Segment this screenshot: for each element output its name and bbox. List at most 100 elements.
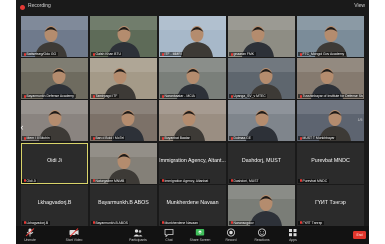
participant-tile[interactable]: Buyanbat Baatar xyxy=(159,100,226,142)
participant-tile[interactable]: ITF - MMRI xyxy=(159,16,226,57)
participant-name-label: Ban d Bold / MoTel xyxy=(91,136,126,141)
recording-indicator-icon xyxy=(20,5,25,10)
participants-icon xyxy=(133,229,143,237)
muted-microphone-icon xyxy=(23,179,26,183)
muted-microphone-icon xyxy=(161,136,164,140)
muted-microphone-icon xyxy=(23,136,26,140)
participant-video-feed xyxy=(21,16,88,57)
start-video-button[interactable]: Start Video xyxy=(59,228,89,242)
muted-microphone-icon xyxy=(299,52,302,56)
unmute-label: Unmute xyxy=(24,238,36,242)
participant-display-name: Dashdorj, MUST xyxy=(241,157,282,164)
participant-name-label: Battsetseg/Gdu GG xyxy=(22,52,58,56)
participant-name-label: gnaaran FMK xyxy=(229,52,256,56)
reactions-button[interactable]: Reactions xyxy=(247,228,277,242)
participant-name-label: Naturgalimr MNMB xyxy=(91,178,126,183)
participant-tile[interactable]: Galsh Khan BTU xyxy=(90,16,157,57)
participant-tile[interactable]: MUST T Munkhbayar xyxy=(297,100,364,142)
end-meeting-button[interactable]: End xyxy=(353,231,366,239)
participant-name-label: Uyanga_SV_v MTEC xyxy=(229,94,268,99)
participant-tile[interactable]: Battsetseg/Gdu GG xyxy=(21,16,88,57)
participant-video-feed xyxy=(90,16,157,57)
participant-tile[interactable]: Purevbat MNDC Purevbat MNDC xyxy=(297,142,364,184)
participant-name-label: Tamirpagd ITF xyxy=(91,94,119,99)
participant-video-feed xyxy=(228,184,295,226)
participant-video-feed xyxy=(21,100,88,142)
participant-tile[interactable]: Uyanga_SV_v MTEC xyxy=(228,58,295,100)
participant-display-name: Immigration Agency, Altant... xyxy=(159,157,226,164)
participant-tile[interactable]: Dulmaa.GE xyxy=(228,100,295,142)
video-camera-icon xyxy=(69,228,79,237)
apps-label: Apps xyxy=(289,238,297,242)
participant-name-label: Dulmaa.GE xyxy=(229,136,253,141)
record-label: Record xyxy=(225,238,237,242)
unmute-button[interactable]: Unmute xyxy=(16,228,45,242)
muted-microphone-icon xyxy=(299,94,302,98)
share-screen-button[interactable]: Share Screen xyxy=(185,228,215,242)
participant-grid: Battsetseg/Gdu GG Galsh Khan BTU ITF - MMR… xyxy=(21,16,364,226)
record-button[interactable]: Record xyxy=(216,228,246,242)
participant-tile[interactable]: gnaaran FMK xyxy=(228,16,295,57)
muted-microphone-icon xyxy=(161,221,164,225)
muted-microphone-icon xyxy=(161,94,164,98)
apps-button[interactable]: Apps xyxy=(278,228,308,242)
participant-display-name: Lkhagvadorj.B xyxy=(37,199,72,206)
participant-tile[interactable]: Lkhagvadorj.B Lkhagvadorj.B xyxy=(21,184,88,226)
participant-name-label: ITF - MMRI xyxy=(160,52,184,56)
participant-tile[interactable]: Naranbaatar - MCIA xyxy=(159,58,226,100)
participant-display-name: Oidi Ji xyxy=(47,157,62,164)
participant-tile[interactable]: Bayarmunkh Defense Academy xyxy=(21,58,88,100)
share-screen-icon xyxy=(195,229,205,236)
participants-button[interactable]: Participants xyxy=(123,228,153,242)
participant-name-label: Munkherdene Navaan xyxy=(160,220,200,225)
participant-name-label: Immigration Agency, Altanbat xyxy=(160,178,210,183)
participant-tile[interactable]: Munkherdene Navaan Munkherdene Navaan xyxy=(159,184,226,226)
participant-video-feed xyxy=(21,58,88,100)
participant-name-label: Purevbat MNDC xyxy=(298,178,329,183)
video-call-window: Recording View Battsetseg/Gdu GG Galsh Kh… xyxy=(16,0,369,244)
participant-video-feed xyxy=(228,16,295,57)
participants-label: Participants xyxy=(129,238,147,242)
reactions-icon xyxy=(258,228,266,237)
muted-microphone-icon xyxy=(23,221,26,225)
participant-name-label: MUST T Munkhbayar xyxy=(298,136,337,141)
participant-name-label: Mem / Il Bitchin xyxy=(22,136,52,141)
participant-name-label: Tuvshinbayar of Institute for Defense St… xyxy=(298,94,363,99)
participant-tile[interactable]: Immigration Agency, Altant... Immigration… xyxy=(159,142,226,184)
share-screen-label: Share Screen xyxy=(189,238,211,242)
muted-microphone-icon xyxy=(299,221,302,225)
participant-video-feed xyxy=(228,58,295,100)
participant-tile[interactable]: Bayarmunkh.B ABOS Bayarmunkh.B ABOS xyxy=(90,184,157,226)
page-indicator: 1/5 xyxy=(357,118,363,122)
participant-video-feed xyxy=(297,16,364,57)
muted-microphone-icon xyxy=(230,179,233,183)
participant-tile[interactable]: Tuvshinbayar of Institute for Defense St… xyxy=(297,58,364,100)
reactions-label: Reactions xyxy=(254,238,270,242)
participant-video-feed xyxy=(90,58,157,100)
participant-display-name: Munkherdene Navaan xyxy=(166,199,219,206)
view-button[interactable]: View xyxy=(354,3,365,9)
muted-microphone-icon xyxy=(92,136,95,140)
participant-tile[interactable]: Mem / Il Bitchin xyxy=(21,100,88,142)
start-video-label: Start Video xyxy=(65,238,83,242)
participant-tile[interactable]: ГҮЙТ Тэнгэр ГҮЙТ Тэнгэр xyxy=(297,184,364,226)
participant-name-label: Galsh Khan BTU xyxy=(91,52,123,56)
participant-video-feed xyxy=(159,58,226,100)
muted-microphone-icon xyxy=(230,52,233,56)
muted-microphone-icon xyxy=(299,136,302,140)
participant-tile[interactable]: Dashdorj, MUST Dashdori, MUST xyxy=(228,142,295,184)
participant-tile[interactable]: Naturgalimr MNMB xyxy=(90,142,157,184)
chat-button[interactable]: Chat xyxy=(154,228,184,242)
muted-microphone-icon xyxy=(92,52,95,56)
muted-microphone-icon xyxy=(92,221,95,225)
participant-tile[interactable]: Ban d Bold / MoTel xyxy=(90,100,157,142)
participant-tile[interactable]: FTC_Mongol Gov Academy xyxy=(297,16,364,57)
previous-page-button[interactable]: ‹ xyxy=(18,120,26,134)
participant-video-feed xyxy=(159,100,226,142)
participant-tile[interactable]: Oidi Ji Oidi Ji xyxy=(21,142,88,184)
participant-tile[interactable]: Naransogdov xyxy=(228,184,295,226)
participant-tile[interactable]: Tamirpagd ITF xyxy=(90,58,157,100)
recording-label: Recording xyxy=(28,3,51,9)
participant-video-feed xyxy=(297,100,364,142)
participant-name-label: Lkhagvadorj.B xyxy=(22,220,50,225)
